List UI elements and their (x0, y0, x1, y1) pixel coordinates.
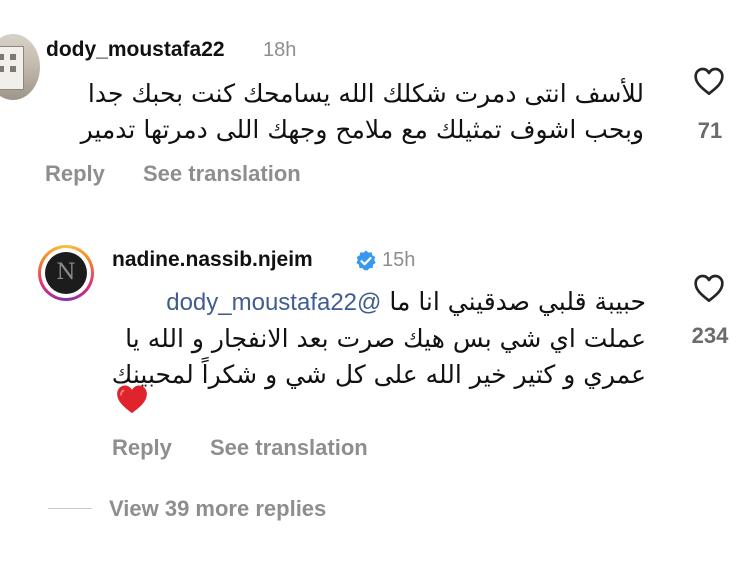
like-button[interactable] (693, 66, 725, 96)
heart-outline-icon (694, 274, 724, 302)
comment-timestamp: 18h (263, 39, 297, 61)
like-button[interactable] (693, 273, 725, 303)
mention-link[interactable]: @dody_moustafa22 (166, 289, 381, 316)
comment-text-line: وبحب اشوف تمثيلك مع ملامح وجهك اللى دمرت… (80, 115, 644, 144)
comment-text-line: للأسف انتى دمرت شكلك الله يسامحك كنت بحب… (87, 79, 644, 108)
heart-outline-icon (694, 67, 724, 95)
comment-text: حبيبة قلبي صدقيني انا ما @dody_moustafa2… (110, 284, 646, 393)
comment-text-line: حبيبة قلبي صدقيني انا ما @dody_moustafa2… (110, 284, 646, 321)
comment-text: للأسف انتى دمرت شكلك الله يسامحك كنت بحب… (30, 76, 644, 148)
heart-emoji (115, 383, 149, 420)
comment-username[interactable]: dody_moustafa22 (46, 38, 225, 62)
reply-button[interactable]: Reply (112, 435, 172, 461)
replies-divider (48, 508, 92, 509)
like-count: 234 (691, 323, 729, 348)
see-translation-button[interactable]: See translation (210, 435, 368, 461)
verified-badge-icon (354, 249, 378, 278)
comment-text-segment: حبيبة قلبي صدقيني انا ما (389, 287, 646, 316)
like-count: 71 (697, 118, 723, 143)
reply-button[interactable]: Reply (45, 161, 105, 187)
comment-text-line: عملت اي شي بس هيك صرت بعد الانفجار و الل… (125, 324, 646, 353)
avatar-monogram: N (56, 260, 76, 285)
view-more-replies-button[interactable]: View 39 more replies (109, 496, 326, 522)
see-translation-button[interactable]: See translation (143, 161, 301, 187)
avatar[interactable]: N (38, 245, 94, 301)
comment-text-line: عمري و كتير خير الله على كل شي و شكراً ل… (111, 360, 646, 389)
comment-username[interactable]: nadine.nassib.njeim (112, 248, 313, 272)
comment-timestamp: 15h (382, 249, 416, 271)
